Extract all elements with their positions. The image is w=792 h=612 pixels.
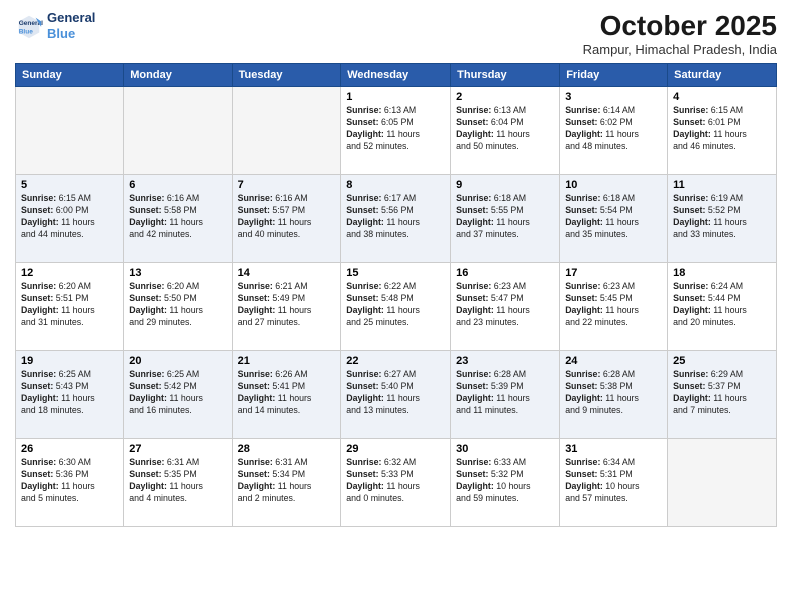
calendar-cell bbox=[232, 87, 341, 175]
logo-icon: General Blue bbox=[15, 12, 43, 40]
calendar-cell: 13Sunrise: 6:20 AMSunset: 5:50 PMDayligh… bbox=[124, 263, 232, 351]
weekday-header-tuesday: Tuesday bbox=[232, 64, 341, 87]
day-number: 8 bbox=[346, 179, 445, 191]
day-number: 6 bbox=[129, 179, 226, 191]
day-number: 11 bbox=[673, 179, 771, 191]
weekday-header-row: SundayMondayTuesdayWednesdayThursdayFrid… bbox=[16, 64, 777, 87]
day-number: 2 bbox=[456, 91, 554, 103]
day-number: 31 bbox=[565, 443, 662, 455]
logo-text: General Blue bbox=[47, 10, 95, 41]
day-number: 26 bbox=[21, 443, 118, 455]
calendar-cell: 22Sunrise: 6:27 AMSunset: 5:40 PMDayligh… bbox=[341, 351, 451, 439]
calendar-week-row: 1Sunrise: 6:13 AMSunset: 6:05 PMDaylight… bbox=[16, 87, 777, 175]
weekday-header-sunday: Sunday bbox=[16, 64, 124, 87]
weekday-header-saturday: Saturday bbox=[668, 64, 777, 87]
calendar-cell: 1Sunrise: 6:13 AMSunset: 6:05 PMDaylight… bbox=[341, 87, 451, 175]
calendar-cell: 18Sunrise: 6:24 AMSunset: 5:44 PMDayligh… bbox=[668, 263, 777, 351]
day-number: 24 bbox=[565, 355, 662, 367]
calendar-cell: 9Sunrise: 6:18 AMSunset: 5:55 PMDaylight… bbox=[451, 175, 560, 263]
calendar-table: SundayMondayTuesdayWednesdayThursdayFrid… bbox=[15, 63, 777, 527]
calendar-cell: 21Sunrise: 6:26 AMSunset: 5:41 PMDayligh… bbox=[232, 351, 341, 439]
weekday-header-wednesday: Wednesday bbox=[341, 64, 451, 87]
calendar-cell: 14Sunrise: 6:21 AMSunset: 5:49 PMDayligh… bbox=[232, 263, 341, 351]
svg-text:Blue: Blue bbox=[19, 28, 33, 35]
calendar-cell bbox=[124, 87, 232, 175]
day-number: 29 bbox=[346, 443, 445, 455]
calendar-cell: 20Sunrise: 6:25 AMSunset: 5:42 PMDayligh… bbox=[124, 351, 232, 439]
calendar-cell: 7Sunrise: 6:16 AMSunset: 5:57 PMDaylight… bbox=[232, 175, 341, 263]
calendar-cell: 8Sunrise: 6:17 AMSunset: 5:56 PMDaylight… bbox=[341, 175, 451, 263]
day-number: 4 bbox=[673, 91, 771, 103]
header: General Blue General Blue October 2025 R… bbox=[15, 10, 777, 57]
weekday-header-monday: Monday bbox=[124, 64, 232, 87]
day-number: 1 bbox=[346, 91, 445, 103]
calendar-cell: 31Sunrise: 6:34 AMSunset: 5:31 PMDayligh… bbox=[560, 439, 668, 527]
calendar-cell: 3Sunrise: 6:14 AMSunset: 6:02 PMDaylight… bbox=[560, 87, 668, 175]
calendar-week-row: 26Sunrise: 6:30 AMSunset: 5:36 PMDayligh… bbox=[16, 439, 777, 527]
day-number: 19 bbox=[21, 355, 118, 367]
day-number: 7 bbox=[238, 179, 336, 191]
calendar-week-row: 19Sunrise: 6:25 AMSunset: 5:43 PMDayligh… bbox=[16, 351, 777, 439]
calendar-cell: 4Sunrise: 6:15 AMSunset: 6:01 PMDaylight… bbox=[668, 87, 777, 175]
calendar-cell: 30Sunrise: 6:33 AMSunset: 5:32 PMDayligh… bbox=[451, 439, 560, 527]
calendar-cell: 27Sunrise: 6:31 AMSunset: 5:35 PMDayligh… bbox=[124, 439, 232, 527]
calendar-cell bbox=[668, 439, 777, 527]
day-number: 3 bbox=[565, 91, 662, 103]
day-number: 9 bbox=[456, 179, 554, 191]
calendar-cell: 28Sunrise: 6:31 AMSunset: 5:34 PMDayligh… bbox=[232, 439, 341, 527]
calendar-cell: 19Sunrise: 6:25 AMSunset: 5:43 PMDayligh… bbox=[16, 351, 124, 439]
calendar-cell bbox=[16, 87, 124, 175]
day-number: 16 bbox=[456, 267, 554, 279]
calendar-week-row: 12Sunrise: 6:20 AMSunset: 5:51 PMDayligh… bbox=[16, 263, 777, 351]
day-number: 15 bbox=[346, 267, 445, 279]
day-number: 18 bbox=[673, 267, 771, 279]
day-number: 25 bbox=[673, 355, 771, 367]
day-number: 28 bbox=[238, 443, 336, 455]
weekday-header-friday: Friday bbox=[560, 64, 668, 87]
calendar-cell: 24Sunrise: 6:28 AMSunset: 5:38 PMDayligh… bbox=[560, 351, 668, 439]
day-number: 10 bbox=[565, 179, 662, 191]
logo: General Blue General Blue bbox=[15, 10, 95, 41]
month-title: October 2025 bbox=[583, 10, 777, 42]
calendar-cell: 26Sunrise: 6:30 AMSunset: 5:36 PMDayligh… bbox=[16, 439, 124, 527]
weekday-header-thursday: Thursday bbox=[451, 64, 560, 87]
calendar-week-row: 5Sunrise: 6:15 AMSunset: 6:00 PMDaylight… bbox=[16, 175, 777, 263]
calendar-cell: 29Sunrise: 6:32 AMSunset: 5:33 PMDayligh… bbox=[341, 439, 451, 527]
calendar-cell: 12Sunrise: 6:20 AMSunset: 5:51 PMDayligh… bbox=[16, 263, 124, 351]
calendar-cell: 15Sunrise: 6:22 AMSunset: 5:48 PMDayligh… bbox=[341, 263, 451, 351]
calendar-cell: 2Sunrise: 6:13 AMSunset: 6:04 PMDaylight… bbox=[451, 87, 560, 175]
calendar-cell: 25Sunrise: 6:29 AMSunset: 5:37 PMDayligh… bbox=[668, 351, 777, 439]
day-number: 14 bbox=[238, 267, 336, 279]
day-number: 23 bbox=[456, 355, 554, 367]
day-number: 20 bbox=[129, 355, 226, 367]
day-number: 17 bbox=[565, 267, 662, 279]
day-number: 27 bbox=[129, 443, 226, 455]
day-number: 22 bbox=[346, 355, 445, 367]
calendar-cell: 16Sunrise: 6:23 AMSunset: 5:47 PMDayligh… bbox=[451, 263, 560, 351]
title-block: October 2025 Rampur, Himachal Pradesh, I… bbox=[583, 10, 777, 57]
page: General Blue General Blue October 2025 R… bbox=[0, 0, 792, 612]
day-number: 12 bbox=[21, 267, 118, 279]
calendar-cell: 10Sunrise: 6:18 AMSunset: 5:54 PMDayligh… bbox=[560, 175, 668, 263]
calendar-cell: 17Sunrise: 6:23 AMSunset: 5:45 PMDayligh… bbox=[560, 263, 668, 351]
location: Rampur, Himachal Pradesh, India bbox=[583, 42, 777, 57]
calendar-cell: 23Sunrise: 6:28 AMSunset: 5:39 PMDayligh… bbox=[451, 351, 560, 439]
day-number: 21 bbox=[238, 355, 336, 367]
calendar-cell: 11Sunrise: 6:19 AMSunset: 5:52 PMDayligh… bbox=[668, 175, 777, 263]
day-number: 30 bbox=[456, 443, 554, 455]
calendar-cell: 5Sunrise: 6:15 AMSunset: 6:00 PMDaylight… bbox=[16, 175, 124, 263]
day-number: 5 bbox=[21, 179, 118, 191]
calendar-cell: 6Sunrise: 6:16 AMSunset: 5:58 PMDaylight… bbox=[124, 175, 232, 263]
day-number: 13 bbox=[129, 267, 226, 279]
